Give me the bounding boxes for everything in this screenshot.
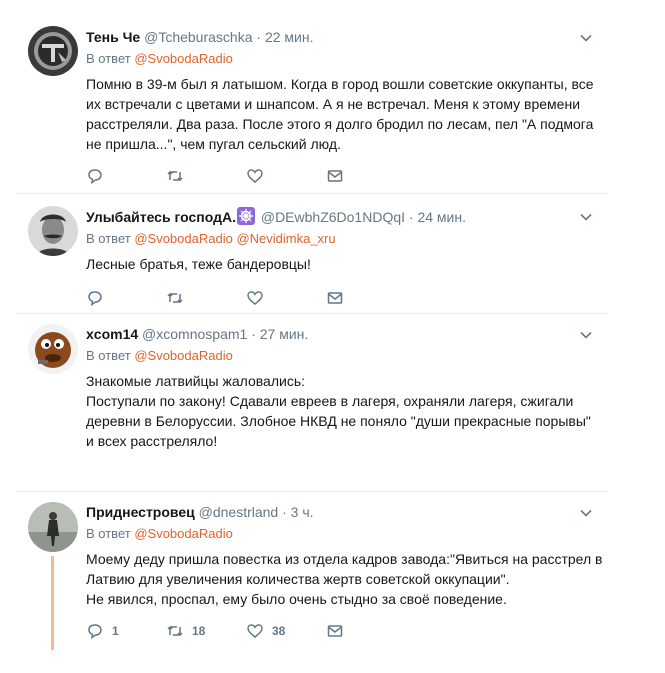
- timestamp[interactable]: 24 мин.: [417, 209, 466, 225]
- heart-icon: [247, 624, 263, 638]
- tweet-actions: 1 18 38: [86, 621, 608, 641]
- tweet[interactable]: xcom14 @xcomnospam1 · 27 мин. В ответ @S…: [16, 314, 608, 492]
- tweet[interactable]: Тень Че @Tcheburaschka · 22 мин. В ответ…: [16, 0, 608, 194]
- ship-wheel-emoji-icon: [236, 207, 255, 225]
- timestamp[interactable]: 3 ч.: [291, 504, 314, 520]
- reply-button[interactable]: [86, 167, 166, 185]
- author-name[interactable]: Улыбайтесь господА.: [86, 209, 236, 225]
- reply-context: В ответ @SvobodaRadio: [86, 348, 233, 363]
- envelope-icon: [327, 625, 343, 637]
- tweet[interactable]: Улыбайтесь господА. @DEwbhZ6Do1NDQqI · 2…: [16, 194, 608, 314]
- avatar[interactable]: [28, 324, 78, 374]
- like-button[interactable]: 38: [246, 622, 326, 640]
- tweet-text: Лесные братья, теже бандеровцы!: [86, 256, 311, 272]
- reply-context: В ответ @SvobodaRadio: [86, 526, 233, 541]
- retweet-button[interactable]: 18: [166, 622, 246, 640]
- timestamp[interactable]: 27 мин.: [260, 326, 309, 342]
- reply-context: В ответ @SvobodaRadio @Nevidimka_xru: [86, 231, 336, 246]
- tweet-text: Знакомые латвийцы жаловались: Поступали …: [86, 373, 591, 449]
- envelope-icon: [327, 170, 343, 182]
- reply-button[interactable]: 1: [86, 622, 166, 640]
- tweet-text: Моему деду пришла повестка из отдела кад…: [86, 551, 603, 607]
- message-button[interactable]: [326, 289, 406, 307]
- tweet-actions: [86, 288, 608, 308]
- timestamp[interactable]: 22 мин.: [265, 29, 314, 45]
- author-handle[interactable]: @Tcheburaschka: [144, 29, 252, 45]
- retweet-icon: [167, 625, 183, 637]
- like-count: 38: [272, 624, 286, 638]
- chevron-down-icon[interactable]: [578, 209, 594, 225]
- heart-icon: [247, 291, 263, 305]
- tweet-actions: [86, 166, 608, 186]
- reply-mention[interactable]: @SvobodaRadio: [134, 51, 232, 66]
- reply-icon: [88, 624, 102, 640]
- reply-mention[interactable]: @Nevidimka_xru: [236, 231, 335, 246]
- tweet[interactable]: Приднестровец @dnestrland · 3 ч. В ответ…: [16, 492, 608, 662]
- message-button[interactable]: [326, 622, 406, 640]
- retweet-button[interactable]: [166, 289, 246, 307]
- chevron-down-icon[interactable]: [578, 30, 594, 46]
- reply-mention[interactable]: @SvobodaRadio: [134, 526, 232, 541]
- author-name[interactable]: xcom14: [86, 326, 138, 342]
- author-handle[interactable]: @xcomnospam1: [142, 326, 247, 342]
- retweet-icon: [167, 170, 183, 182]
- reply-context: В ответ @SvobodaRadio: [86, 51, 233, 66]
- thread-line: [51, 556, 54, 650]
- reply-icon: [88, 291, 102, 307]
- chevron-down-icon[interactable]: [578, 505, 594, 521]
- like-button[interactable]: [246, 167, 326, 185]
- heart-icon: [247, 169, 263, 183]
- avatar[interactable]: [28, 502, 78, 552]
- envelope-icon: [327, 292, 343, 304]
- retweet-icon: [167, 292, 183, 304]
- tweet-feed: Тень Че @Tcheburaschka · 22 мин. В ответ…: [16, 0, 608, 662]
- reply-mention[interactable]: @SvobodaRadio: [134, 231, 232, 246]
- author-handle[interactable]: @DEwbhZ6Do1NDQqI: [261, 209, 405, 225]
- avatar[interactable]: [28, 206, 78, 256]
- reply-count: 1: [112, 624, 119, 638]
- author-handle[interactable]: @dnestrland: [199, 504, 279, 520]
- chevron-down-icon[interactable]: [578, 327, 594, 343]
- reply-icon: [88, 169, 102, 185]
- reply-button[interactable]: [86, 289, 166, 307]
- author-name[interactable]: Приднестровец: [86, 504, 195, 520]
- retweet-count: 18: [192, 624, 206, 638]
- tweet-text: Помню в 39-м был я латышом. Когда в горо…: [86, 76, 594, 152]
- author-name[interactable]: Тень Че: [86, 29, 140, 45]
- retweet-button[interactable]: [166, 167, 246, 185]
- reply-mention[interactable]: @SvobodaRadio: [134, 348, 232, 363]
- message-button[interactable]: [326, 167, 406, 185]
- avatar[interactable]: [28, 26, 78, 76]
- like-button[interactable]: [246, 289, 326, 307]
